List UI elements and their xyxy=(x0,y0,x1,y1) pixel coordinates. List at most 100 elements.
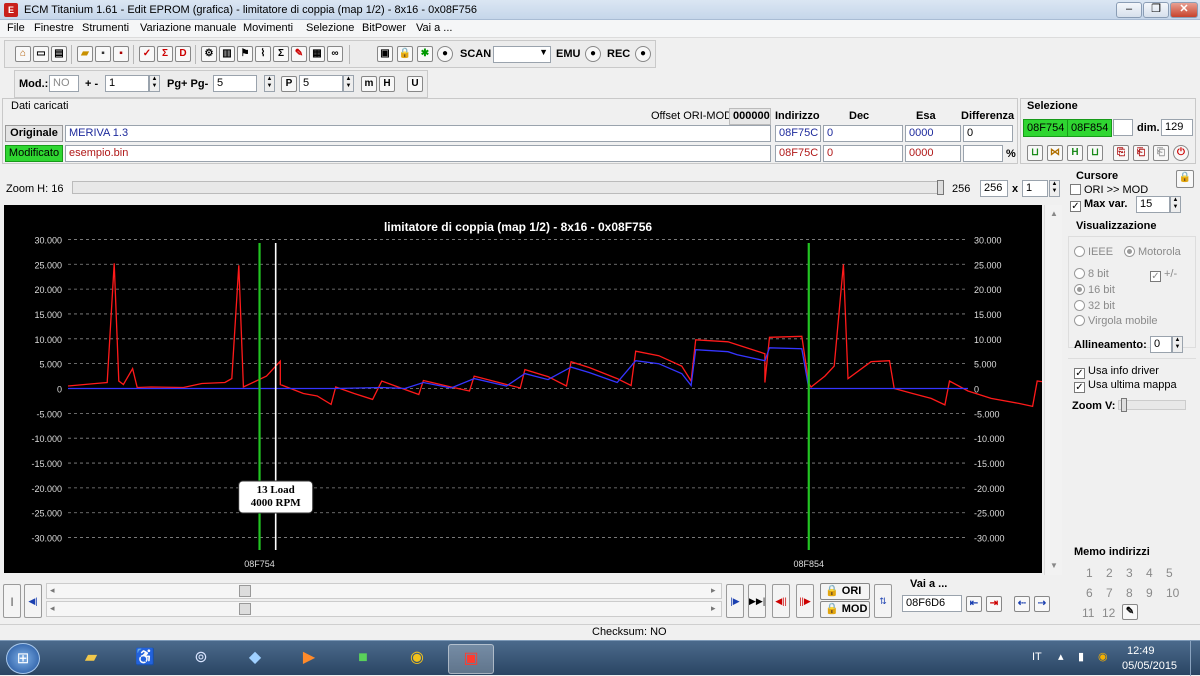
mod-field[interactable]: NO xyxy=(49,75,79,92)
memo-5[interactable]: 5 xyxy=(1166,566,1173,580)
app-green-icon[interactable]: ■ xyxy=(340,644,386,674)
show-desktop-button[interactable] xyxy=(1190,641,1200,676)
memo-2[interactable]: 2 xyxy=(1106,566,1113,580)
max-var-field[interactable]: 15 xyxy=(1136,196,1170,213)
top-h-thumb[interactable] xyxy=(239,585,251,597)
menu-file[interactable]: File xyxy=(7,22,25,34)
torque-limiter-chart[interactable]: limitatore di coppia (map 1/2) - 8x16 - … xyxy=(4,205,1056,573)
sigma-icon[interactable]: Σ xyxy=(273,46,289,62)
memo-4[interactable]: 4 xyxy=(1146,566,1153,580)
nav-prev-button[interactable]: ◀| xyxy=(24,584,42,618)
check-icon[interactable]: ✓ xyxy=(139,46,155,62)
memo-clear-icon[interactable]: ✎ xyxy=(1122,604,1138,620)
alignment-spinner[interactable]: ▲ ▼ xyxy=(1172,336,1183,353)
lock-icon[interactable]: 🔒 xyxy=(1176,170,1194,188)
monitor-icon[interactable]: ▣ xyxy=(377,46,393,62)
motorola-radio[interactable]: Motorola xyxy=(1124,246,1181,258)
scroll-right-icon[interactable]: ▸ xyxy=(711,585,716,596)
menu-variazione-manuale[interactable]: Variazione manuale xyxy=(140,22,236,34)
driver-info-checkbox[interactable]: ✓ Usa info driver xyxy=(1074,365,1159,379)
nav-first-button[interactable]: |◀◀ xyxy=(3,584,21,638)
network-icon[interactable]: ◉ xyxy=(1098,650,1108,663)
search-app-icon[interactable]: ⊚ xyxy=(178,644,224,674)
language-indicator[interactable]: IT xyxy=(1032,651,1042,663)
delete-icon[interactable]: D xyxy=(175,46,191,62)
page-p-icon[interactable]: P xyxy=(281,76,297,92)
emu-toggle-icon[interactable]: ● xyxy=(585,46,601,62)
select-start-icon[interactable]: ⊔ xyxy=(1027,145,1043,161)
memo-12[interactable]: 12 xyxy=(1102,606,1115,620)
paste-grey-icon[interactable]: ⎗ xyxy=(1153,145,1169,161)
original-diff[interactable]: 0 xyxy=(963,125,1013,142)
close-button[interactable]: ✕ xyxy=(1170,2,1198,18)
record-dot-icon[interactable]: ● xyxy=(437,46,453,62)
signed-checkbox[interactable]: ✓ +/- xyxy=(1150,268,1177,282)
minimize-button[interactable]: – xyxy=(1116,2,1142,18)
original-label[interactable]: Originale xyxy=(5,125,63,142)
original-address[interactable]: 08F75C xyxy=(775,125,821,142)
selection-end[interactable]: 08F854 xyxy=(1067,119,1113,137)
clock-date[interactable]: 05/05/2015 xyxy=(1122,660,1177,672)
float-radio[interactable]: Virgola mobile xyxy=(1074,315,1158,327)
modified-address[interactable]: 08F75C xyxy=(775,145,821,162)
open-folder-icon[interactable]: ▰ xyxy=(77,46,93,62)
zoom-v-slider[interactable] xyxy=(1118,398,1186,412)
zoom-v-thumb[interactable] xyxy=(1121,398,1127,412)
memo-7[interactable]: 7 xyxy=(1106,586,1113,600)
menu-finestre[interactable]: Finestre xyxy=(34,22,74,34)
home-icon[interactable]: ⌂ xyxy=(15,46,31,62)
start-button[interactable]: ⊞ xyxy=(6,643,40,674)
32bit-radio[interactable]: 32 bit xyxy=(1074,300,1115,312)
ori-mod-checkbox[interactable]: ORI >> MOD xyxy=(1070,184,1148,196)
ecm-titanium-taskbar-icon[interactable]: ▣ xyxy=(448,644,494,674)
bottom-h-scrollbar[interactable]: ◂ ▸ xyxy=(46,601,722,617)
memo-6[interactable]: 6 xyxy=(1086,586,1093,600)
nav-next-button[interactable]: |▶ xyxy=(726,584,744,618)
original-esa[interactable]: 0000 xyxy=(905,125,961,142)
memo-9[interactable]: 9 xyxy=(1146,586,1153,600)
memo-1[interactable]: 1 xyxy=(1086,566,1093,580)
m-icon[interactable]: m xyxy=(361,76,377,92)
ori-button[interactable]: 🔒 ORI xyxy=(820,583,870,600)
battery-icon[interactable]: ▮ xyxy=(1078,650,1084,663)
select-h-icon[interactable]: H xyxy=(1067,145,1083,161)
16bit-radio[interactable]: 16 bit xyxy=(1074,284,1115,296)
original-dec[interactable]: 0 xyxy=(823,125,903,142)
media-player-icon[interactable]: ▶ xyxy=(286,644,332,674)
select-range-icon[interactable]: ⋈ xyxy=(1047,145,1063,161)
nav-last-button[interactable]: ▶▶| xyxy=(748,584,766,618)
menu-bitpower[interactable]: BitPower xyxy=(362,22,406,34)
8bit-radio[interactable]: 8 bit xyxy=(1074,268,1109,280)
memo-11[interactable]: 11 xyxy=(1082,606,1094,620)
mod-button[interactable]: 🔒 MOD xyxy=(820,601,870,618)
max-var-spinner[interactable]: ▲ ▼ xyxy=(1170,196,1181,213)
zoom-spinner[interactable]: ▲ ▼ xyxy=(1049,180,1060,197)
mark-start-icon[interactable]: ⇠ xyxy=(1014,596,1030,612)
p-spinner[interactable]: ▲ ▼ xyxy=(343,75,354,92)
scroll-left-icon[interactable]: ◂ xyxy=(50,585,55,596)
select-end-icon[interactable]: ⊔ xyxy=(1087,145,1103,161)
goto-back-icon[interactable]: ⇤ xyxy=(966,596,982,612)
chart-v-scrollbar[interactable]: ▲ ▼ xyxy=(1044,205,1062,575)
run-icon[interactable]: ✱ xyxy=(417,46,433,62)
settings-icon[interactable]: ⚙ xyxy=(201,46,217,62)
scroll-up-icon[interactable]: ▲ xyxy=(1050,209,1058,218)
nav-jump-forward-button[interactable]: ||▶ xyxy=(796,584,814,618)
pg-spinner[interactable]: ▲ ▼ xyxy=(264,75,275,92)
u-icon[interactable]: U xyxy=(407,76,423,92)
window-icon[interactable]: ▤ xyxy=(51,46,67,62)
goto-field[interactable]: 08F6D6 xyxy=(902,595,962,612)
explorer-icon[interactable]: ▰ xyxy=(68,644,114,674)
menu-selezione[interactable]: Selezione xyxy=(306,22,354,34)
menu-movimenti[interactable]: Movimenti xyxy=(243,22,293,34)
rec-toggle-icon[interactable]: ● xyxy=(635,46,651,62)
modified-diff[interactable] xyxy=(963,145,1003,162)
max-var-checkbox[interactable]: ✓ Max var. xyxy=(1070,198,1127,212)
plusminus-field[interactable]: 1 xyxy=(105,75,149,92)
checksum-icon[interactable]: Σ xyxy=(157,46,173,62)
h-icon[interactable]: H xyxy=(379,76,395,92)
scroll-right-icon[interactable]: ▸ xyxy=(711,603,716,614)
nav-swap-button[interactable]: ⇅ xyxy=(874,584,892,618)
menu-vai-a[interactable]: Vai a ... xyxy=(416,22,452,34)
top-h-scrollbar[interactable]: ◂ ▸ xyxy=(46,583,722,599)
